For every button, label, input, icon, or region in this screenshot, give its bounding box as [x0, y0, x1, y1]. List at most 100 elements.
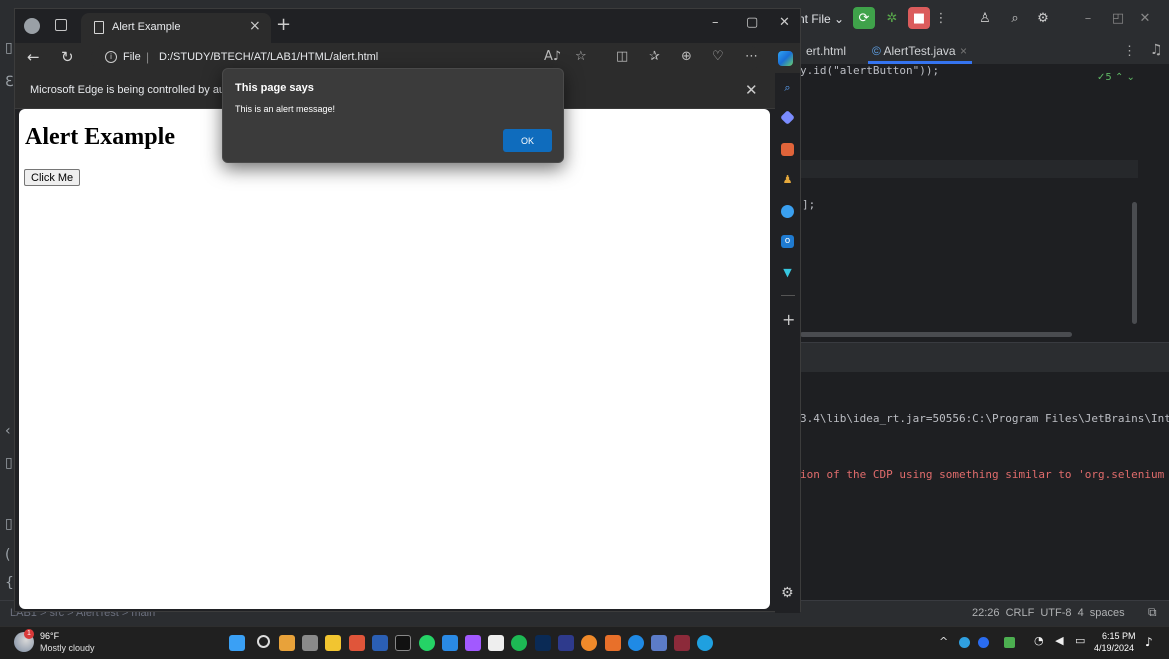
brave-icon[interactable] — [349, 635, 365, 651]
games-icon[interactable]: ♟ — [781, 173, 794, 186]
tray-overflow-icon[interactable]: ^ — [939, 635, 948, 648]
new-tab-icon[interactable]: + — [276, 14, 291, 35]
terminal-tool-icon[interactable]: ▯ — [5, 455, 13, 471]
weather-temperature[interactable]: 96°F — [40, 631, 59, 641]
github-icon[interactable] — [628, 635, 644, 651]
editor-status-info[interactable]: 22:26 CRLF UTF-8 4 spaces — [972, 607, 1125, 619]
copilot-sidebar-icon[interactable] — [781, 205, 794, 218]
weather-condition[interactable]: Mostly cloudy — [40, 643, 95, 653]
favorite-add-icon[interactable]: ☆ — [575, 49, 587, 64]
read-aloud-icon[interactable]: A♪ — [544, 49, 561, 64]
browser-essentials-icon[interactable]: ♡ — [712, 49, 724, 64]
code-line[interactable]: ]; — [802, 198, 815, 211]
more-icon[interactable]: ⋯ — [745, 49, 758, 64]
address-bar[interactable]: i File | D:/STUDY/BTECH/AT/LAB1/HTML/ale… — [91, 46, 761, 70]
file-explorer-icon[interactable] — [325, 635, 341, 651]
page-heading: Alert Example — [25, 124, 175, 150]
task-view-icon[interactable] — [302, 635, 318, 651]
favorites-icon[interactable]: ✰ — [649, 49, 660, 64]
add-user-icon[interactable]: ♙ — [975, 7, 995, 29]
refresh-icon[interactable]: ↻ — [61, 48, 74, 66]
share-icon[interactable]: ⧉ — [1148, 605, 1157, 620]
spotify-icon[interactable] — [511, 635, 527, 651]
minimize-icon[interactable]: – — [712, 15, 719, 30]
search-icon[interactable] — [257, 635, 270, 648]
outlook-icon[interactable]: o — [781, 235, 794, 248]
problems-tool-icon[interactable]: ( — [5, 547, 10, 563]
bug-icon[interactable]: ✲ — [882, 7, 902, 29]
split-screen-icon[interactable]: ◫ — [616, 49, 628, 64]
tab-alert-example[interactable]: Alert Example × — [81, 13, 271, 43]
settings-gear-icon[interactable]: ⚙ — [1033, 7, 1053, 29]
search-icon[interactable]: ⌕ — [1005, 7, 1025, 29]
clock-date[interactable]: 4/19/2024 — [1094, 643, 1134, 653]
editor-tab-alert-html[interactable]: ert.html — [806, 44, 846, 58]
edge-sidebar: ⌕ ♟ o ▼ + ⚙ — [775, 73, 800, 613]
network-volume-battery-icons[interactable]: ◔ ◀ ▭ — [1034, 634, 1089, 647]
alert-title: This page says — [235, 82, 314, 94]
editor-tab-alerttest-java[interactable]: © AlertTest.java — [872, 44, 956, 58]
tab-title: Alert Example — [112, 21, 181, 33]
copilot-icon[interactable] — [778, 51, 793, 66]
blender-icon[interactable] — [581, 635, 597, 651]
word-icon[interactable] — [372, 635, 388, 651]
collapse-icon[interactable]: ‹ — [5, 423, 11, 439]
clock-time[interactable]: 6:15 PM — [1102, 631, 1136, 641]
figma-icon[interactable] — [465, 635, 481, 651]
git-tool-icon[interactable]: { — [5, 575, 14, 591]
run-configuration-dropdown[interactable]: nt File ⌄ — [798, 12, 844, 26]
whatsapp-icon[interactable] — [419, 635, 435, 651]
settings-gear-icon[interactable]: ⚙ — [781, 585, 794, 601]
drop-icon[interactable]: ▼ — [781, 266, 794, 279]
tab-close-icon[interactable]: × — [249, 18, 261, 34]
vscode-icon[interactable] — [442, 635, 458, 651]
code-line[interactable]: y.id("alertButton")); — [800, 64, 939, 77]
start-icon[interactable] — [229, 635, 245, 651]
workspaces-icon[interactable] — [55, 19, 67, 31]
site-info-icon[interactable]: i — [105, 51, 117, 63]
notification-bell-icon[interactable]: ♪ — [1145, 635, 1153, 649]
bluetooth-icon[interactable] — [978, 637, 989, 648]
app-icon[interactable] — [651, 635, 667, 651]
notifications-icon[interactable]: ♫ — [1150, 42, 1163, 58]
ok-button[interactable]: OK — [503, 129, 552, 152]
widgets-icon[interactable] — [279, 635, 295, 651]
restore-icon[interactable]: ◰ — [1108, 7, 1128, 29]
tabs-menu-icon[interactable]: ⋮ — [1123, 43, 1136, 59]
profile-avatar-icon[interactable] — [24, 18, 40, 34]
notion-icon[interactable] — [488, 635, 504, 651]
close-icon[interactable]: ✕ — [779, 15, 790, 30]
tab-close-icon[interactable]: × — [960, 44, 967, 58]
project-tool-icon[interactable]: ▯ — [5, 40, 13, 56]
edge-icon[interactable] — [697, 635, 713, 651]
tools-icon[interactable] — [781, 143, 794, 156]
url-text[interactable]: D:/STUDY/BTECH/AT/LAB1/HTML/alert.html — [159, 51, 378, 63]
close-icon[interactable]: ✕ — [1135, 7, 1155, 29]
add-icon[interactable]: + — [782, 310, 795, 329]
vertical-scrollbar[interactable] — [1132, 202, 1137, 324]
more-actions-icon[interactable]: ⋮ — [933, 7, 949, 29]
page-viewport: Alert Example Click Me — [19, 109, 770, 609]
debug-run-icon[interactable]: ⟳ — [853, 7, 875, 29]
minimize-icon[interactable]: – — [1078, 7, 1098, 29]
photoshop-icon[interactable] — [535, 635, 551, 651]
structure-tool-icon[interactable]: ℇ — [5, 74, 14, 90]
tray-app-icon[interactable] — [1004, 637, 1015, 648]
collections-icon[interactable]: ⊕ — [681, 49, 692, 64]
console-warning-line: ion of the CDP using something similar t… — [800, 468, 1165, 481]
back-icon[interactable]: ← — [27, 48, 40, 66]
stop-icon[interactable]: ■ — [908, 7, 930, 29]
search-icon[interactable]: ⌕ — [781, 81, 794, 94]
app-icon[interactable] — [674, 635, 690, 651]
tray-app-icon[interactable] — [959, 637, 970, 648]
click-me-button[interactable]: Click Me — [24, 169, 81, 186]
horizontal-scrollbar[interactable] — [800, 332, 1072, 337]
app-icon[interactable] — [558, 635, 574, 651]
services-tool-icon[interactable]: ▯ — [5, 516, 13, 532]
inspection-warning-counter[interactable]: ✓5 ⌃ ⌄ — [1097, 72, 1135, 83]
infobar-close-icon[interactable]: ✕ — [745, 81, 758, 99]
shopping-tag-icon[interactable] — [780, 110, 795, 125]
maximize-icon[interactable]: ▢ — [746, 15, 758, 30]
intellij-icon[interactable] — [395, 635, 411, 651]
office-icon[interactable] — [605, 635, 621, 651]
